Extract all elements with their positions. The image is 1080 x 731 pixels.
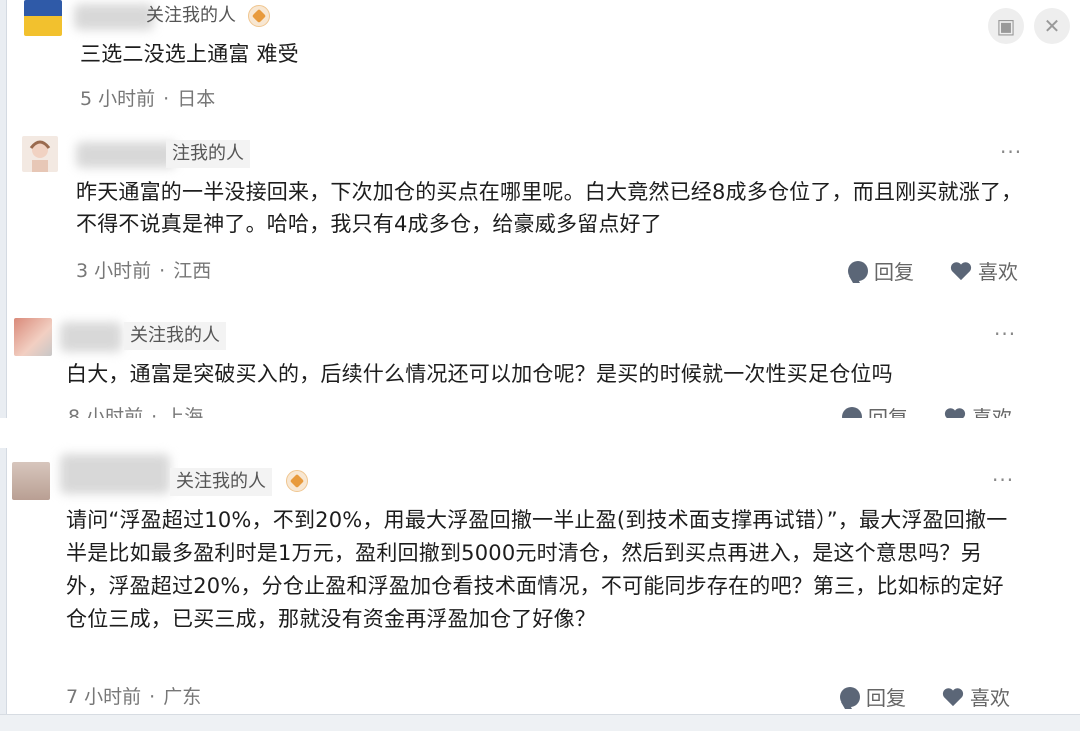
follow-tag: 关注我的人 [124, 322, 226, 350]
comment-time: 5 小时前 [80, 88, 156, 110]
comment-meta: 5 小时前 · 日本 [80, 88, 216, 110]
window-left-border [0, 0, 7, 731]
avatar[interactable] [12, 462, 50, 500]
avatar[interactable] [22, 136, 58, 172]
username-blurred [76, 142, 176, 168]
more-icon[interactable]: ··· [992, 468, 1014, 492]
avatar[interactable] [24, 0, 62, 36]
vip-badge-icon [248, 5, 270, 27]
comment-text: 白大，通富是突破买入的，后续什么情况还可以加仓呢？是买的时候就一次性买足仓位吗 [66, 362, 893, 386]
username-blurred [60, 454, 170, 494]
comment-text: 请问“浮盈超过10%，不到20%，用最大浮盈回撤一半止盈(到技术面支撑再试错）”… [66, 508, 1008, 631]
comment-location: 日本 [177, 88, 216, 110]
top-right-controls: ▣ ✕ [988, 8, 1070, 44]
comment-location: 江西 [173, 260, 212, 282]
like-button[interactable]: 喜欢 [950, 256, 1018, 285]
more-icon[interactable]: ··· [994, 322, 1016, 346]
follow-tag: 关注我的人 [170, 468, 272, 496]
like-button[interactable]: 喜欢 [942, 682, 1010, 711]
more-icon[interactable]: ··· [1000, 140, 1022, 164]
comment-meta: 3 小时前 · 江西 [76, 260, 212, 282]
reply-button[interactable]: 回复 [848, 256, 914, 285]
screenshot-cut [0, 418, 1080, 448]
close-icon[interactable]: ✕ [1034, 8, 1070, 44]
reply-icon [840, 686, 860, 707]
image-icon[interactable]: ▣ [988, 8, 1024, 44]
follow-tag: 注我的人 [166, 140, 250, 168]
username-blurred [60, 322, 122, 352]
comment-text: 三选二没选上通富 难受 [80, 42, 299, 66]
avatar[interactable] [14, 318, 52, 356]
heart-icon [950, 261, 972, 280]
comment-time: 3 小时前 [76, 260, 152, 282]
comment-location: 广东 [163, 686, 202, 708]
reply-button[interactable]: 回复 [840, 682, 906, 711]
follow-tag: 关注我的人 [146, 5, 236, 26]
vip-badge-icon [286, 470, 308, 492]
comment-time: 7 小时前 [66, 686, 142, 708]
comment-text: 昨天通富的一半没接回来，下次加仓的买点在哪里呢。白大竟然已经8成多仓位了，而且刚… [76, 180, 1023, 236]
window-bottom-border [0, 714, 1080, 731]
comment-meta: 7 小时前 · 广东 [66, 686, 202, 708]
reply-icon [848, 260, 868, 281]
heart-icon [942, 687, 964, 706]
